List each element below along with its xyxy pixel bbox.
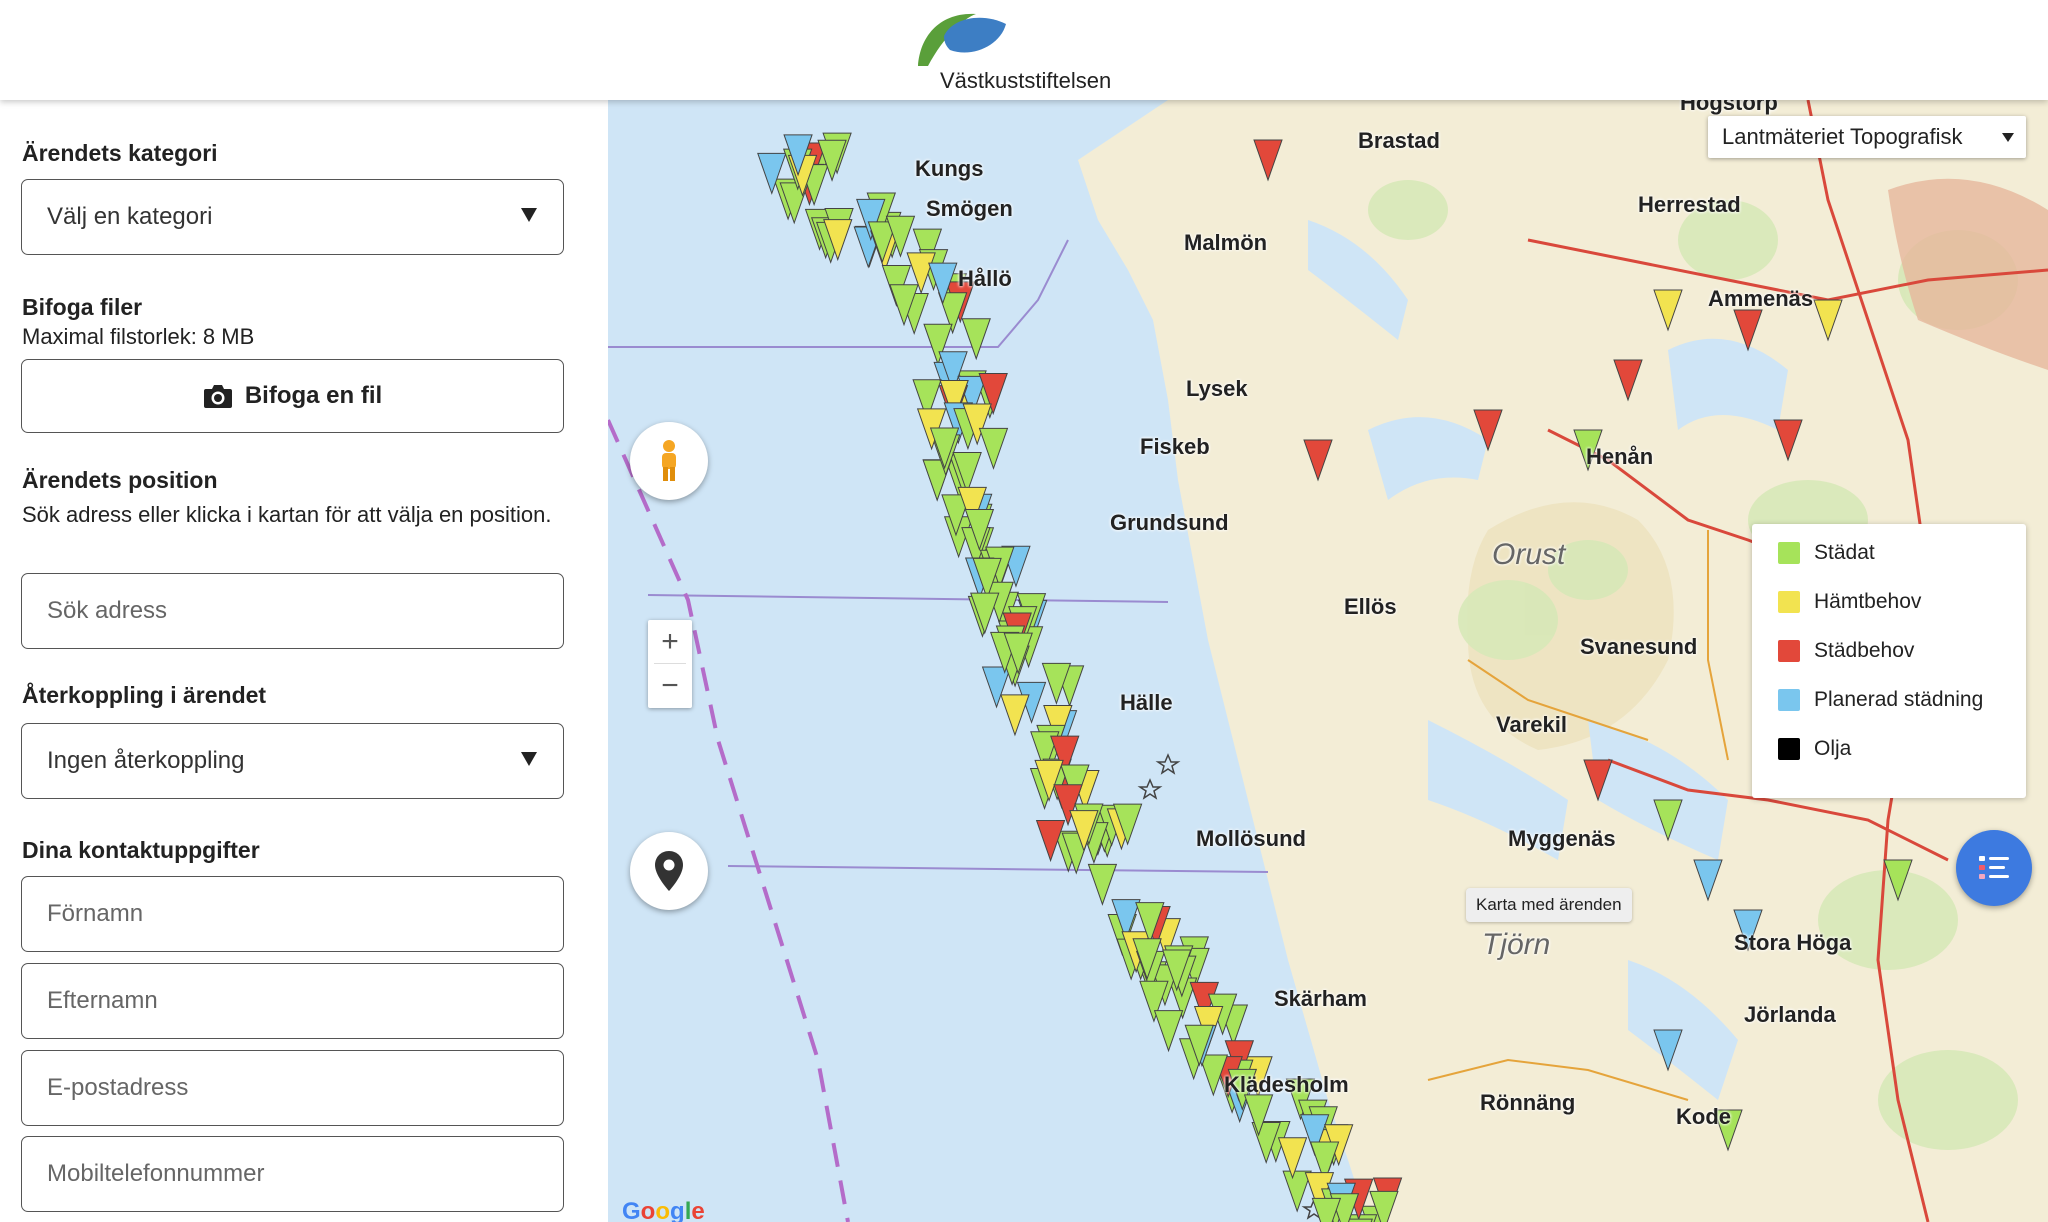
place-label: Ammenäs: [1708, 286, 1814, 311]
report-form: Ärendets kategori Välj en kategori Bifog…: [0, 100, 608, 1222]
legend-swatch: [1778, 738, 1800, 760]
contact-label: Dina kontaktuppgifter: [22, 837, 260, 863]
legend-label: Städbehov: [1814, 639, 1915, 662]
zoom-controls: + −: [648, 620, 692, 708]
google-logo: Google: [622, 1198, 705, 1222]
list-icon: [1979, 856, 2009, 879]
place-label: Svanesund: [1580, 634, 1698, 659]
my-location-button[interactable]: [630, 832, 708, 910]
place-label: Lysek: [1186, 376, 1248, 401]
attach-label: Bifoga filer: [22, 294, 143, 320]
feedback-label: Återkoppling i ärendet: [22, 682, 267, 708]
place-label: Herrestad: [1638, 192, 1741, 217]
map-type-select[interactable]: Lantmäteriet Topografisk: [1708, 116, 2026, 158]
legend-swatch: [1778, 640, 1800, 662]
map-type-value: Lantmäteriet Topografisk: [1722, 124, 1963, 149]
phone-field[interactable]: Mobiltelefonnummer: [21, 1136, 564, 1212]
chevron-down-icon: [2002, 133, 2014, 142]
last-name-placeholder: Efternamn: [47, 987, 158, 1014]
legend-item: Hämtbehov: [1778, 587, 1921, 617]
header: Västkuststiftelsen: [0, 0, 2048, 100]
place-label: Stora Höga: [1734, 930, 1852, 955]
place-label: Klädesholm: [1224, 1072, 1349, 1097]
leaf-logo-icon: [918, 13, 1006, 66]
map-legend: Städat Hämtbehov Städbehov Planerad städ…: [1752, 524, 2026, 798]
zoom-out-button[interactable]: −: [648, 664, 692, 708]
place-label: Jörlanda: [1744, 1002, 1836, 1027]
place-label: Mollösund: [1196, 826, 1306, 851]
street-view-button[interactable]: [630, 422, 708, 500]
legend-swatch: [1778, 689, 1800, 711]
legend-label: Olja: [1814, 737, 1852, 760]
category-select[interactable]: Välj en kategori: [21, 179, 564, 255]
pegman-icon: [662, 440, 676, 481]
feedback-select-value: Ingen återkoppling: [47, 747, 245, 774]
place-label: Hälle: [1120, 690, 1173, 715]
category-select-value: Välj en kategori: [47, 203, 213, 230]
address-search-placeholder: Sök adress: [47, 597, 168, 624]
chevron-down-icon: [521, 208, 537, 222]
category-label: Ärendets kategori: [22, 140, 218, 166]
max-size-text: Maximal filstorlek: 8 MB: [22, 324, 255, 349]
position-label: Ärendets position: [22, 467, 218, 493]
place-label: Smögen: [926, 196, 1013, 221]
legend-label: Hämtbehov: [1814, 590, 1922, 613]
region-label: Orust: [1492, 538, 1566, 571]
issues-list-button[interactable]: [1956, 830, 2032, 906]
place-label: Kungs: [915, 156, 984, 181]
place-label: Brastad: [1358, 128, 1440, 153]
place-label: Malmön: [1184, 230, 1268, 255]
chevron-down-icon: [521, 752, 537, 766]
attach-file-button[interactable]: Bifoga en fil: [21, 359, 564, 433]
location-pin-icon: [655, 851, 683, 891]
tooltip: Karta med ärenden: [1466, 888, 1632, 922]
place-label: Ellös: [1344, 594, 1397, 619]
place-label: Myggenäs: [1508, 826, 1616, 851]
last-name-field[interactable]: Efternamn: [21, 963, 564, 1039]
legend-item: Olja: [1778, 734, 1851, 764]
feedback-select[interactable]: Ingen återkoppling: [21, 723, 564, 799]
phone-placeholder: Mobiltelefonnummer: [47, 1160, 265, 1187]
first-name-placeholder: Förnamn: [47, 900, 144, 927]
place-label: Kode: [1676, 1104, 1731, 1129]
email-placeholder: E-postadress: [47, 1074, 189, 1101]
place-label: Henån: [1586, 444, 1654, 469]
place-label: Skärham: [1274, 986, 1367, 1011]
legend-item: Planerad städning: [1778, 685, 1983, 715]
place-label: Hållö: [958, 266, 1012, 291]
map-canvas[interactable]: Kungs Smögen Hållö Malmön Brastad Lysek …: [608, 100, 2048, 1222]
place-label: Fiskeb: [1140, 434, 1210, 459]
legend-label: Städat: [1814, 541, 1875, 564]
legend-item: Städbehov: [1778, 636, 1914, 666]
first-name-field[interactable]: Förnamn: [21, 876, 564, 952]
brand-logo[interactable]: Västkuststiftelsen: [910, 6, 1130, 94]
place-label: Varekil: [1496, 712, 1567, 737]
brand-name: Västkuststiftelsen: [940, 68, 1112, 93]
place-label: Rönnäng: [1480, 1090, 1576, 1115]
zoom-divider: [654, 663, 686, 664]
address-search-input[interactable]: Sök adress: [21, 573, 564, 649]
legend-item: Städat: [1778, 538, 1875, 568]
legend-swatch: [1778, 542, 1800, 564]
place-label: Grundsund: [1110, 510, 1229, 535]
zoom-in-button[interactable]: +: [648, 620, 692, 664]
attach-file-button-label: Bifoga en fil: [244, 382, 383, 409]
position-help-text: Sök adress eller klicka i kartan för att…: [22, 502, 552, 527]
email-field[interactable]: E-postadress: [21, 1050, 564, 1126]
place-label: Högstorp: [1680, 100, 1778, 115]
region-label: Tjörn: [1482, 928, 1551, 961]
legend-swatch: [1778, 591, 1800, 613]
legend-label: Planerad städning: [1814, 688, 1984, 711]
camera-icon: [203, 385, 232, 408]
